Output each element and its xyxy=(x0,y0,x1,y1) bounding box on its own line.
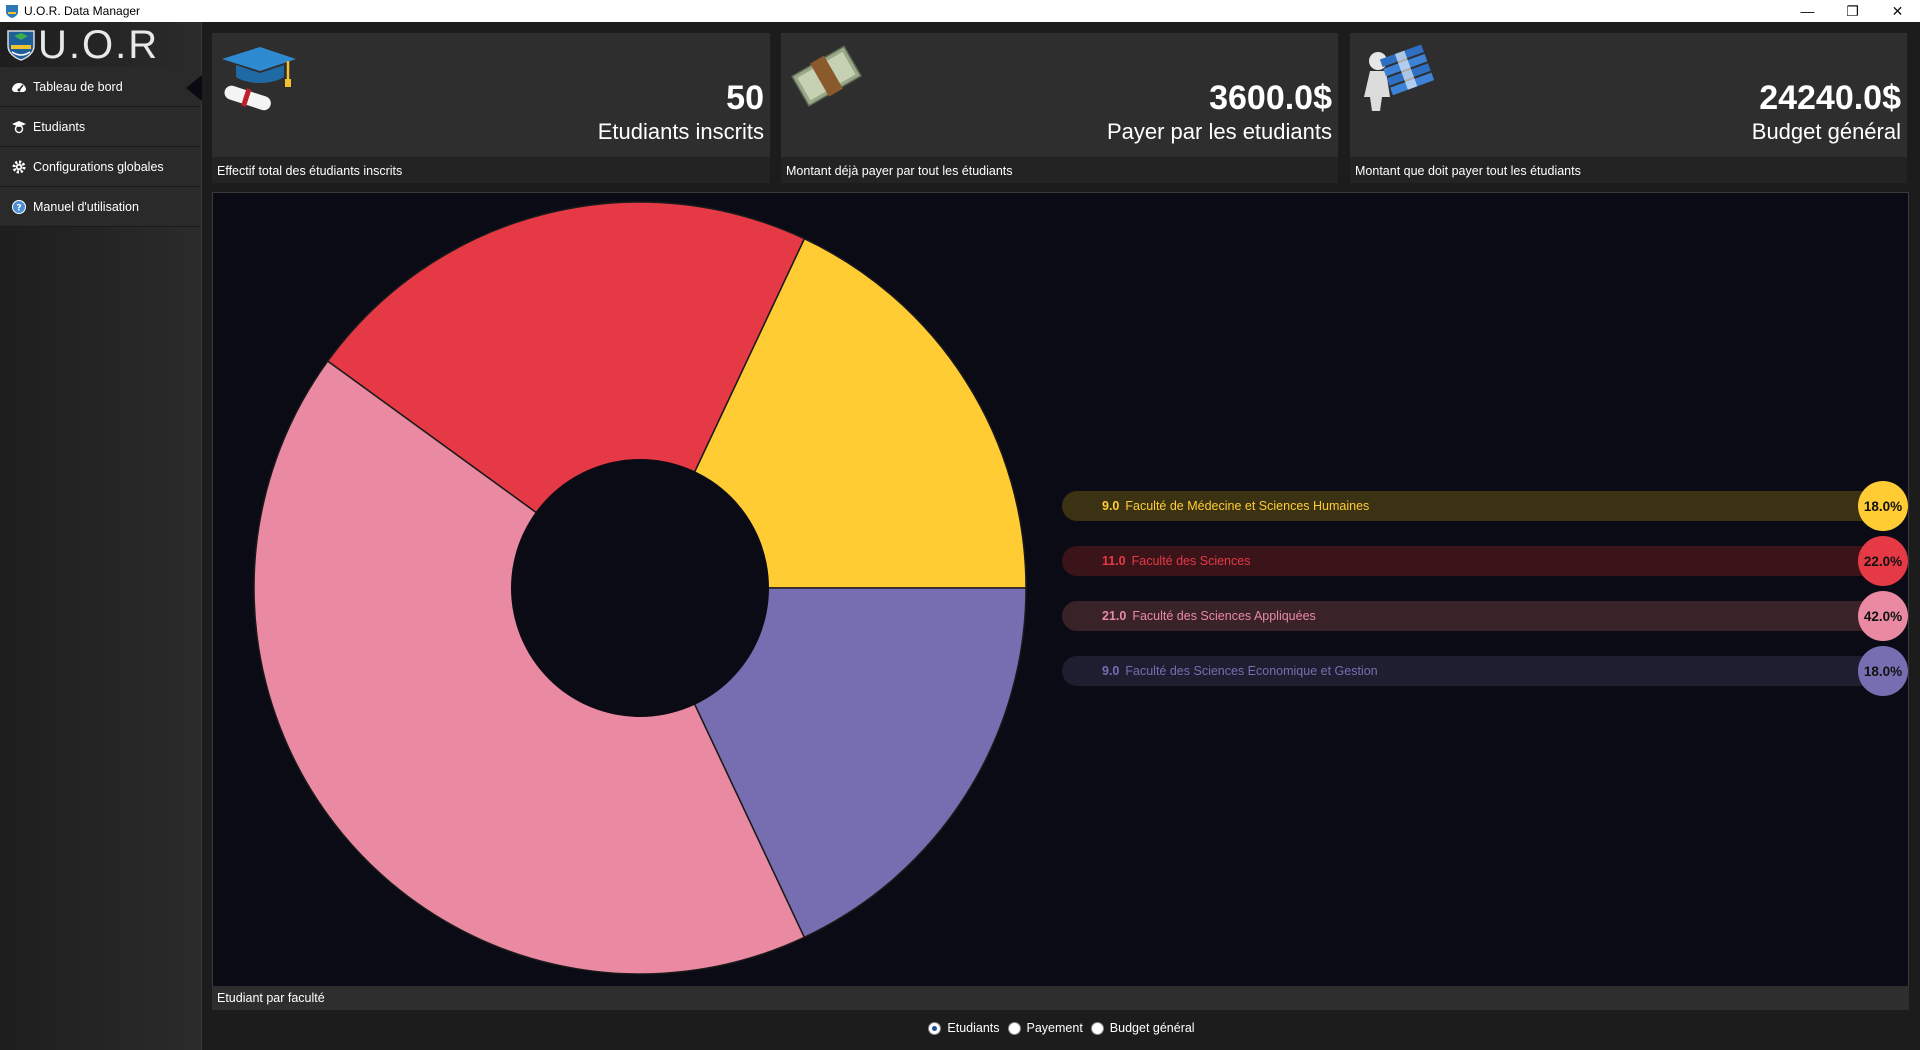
legend-value: 21.0 xyxy=(1102,609,1127,623)
legend-percent-badge: 18.0% xyxy=(1858,646,1908,696)
card-footer: Effectif total des étudiants inscrits xyxy=(212,157,770,183)
radio-dot[interactable] xyxy=(1007,1021,1021,1035)
card-subtitle: Etudiants inscrits xyxy=(597,119,764,144)
radio-budget[interactable]: Budget général xyxy=(1090,1021,1195,1035)
chart-footer: Etudiant par faculté xyxy=(212,986,1909,1010)
legend-percent-badge: 18.0% xyxy=(1858,481,1908,531)
legend-bar: 9.0 Faculté des Sciences Economique et Ge… xyxy=(1062,656,1882,686)
stat-card-budget: 24240.0$ Budget général Montant que doit… xyxy=(1350,33,1907,183)
legend-item: 9.0 Faculté des Sciences Economique et Ge… xyxy=(1062,644,1908,699)
legend-percent-badge: 42.0% xyxy=(1858,591,1908,641)
sidebar-item-students[interactable]: Etudiants xyxy=(0,107,201,147)
card-footer: Montant que doit payer tout les étudiant… xyxy=(1350,157,1907,183)
legend-label: Faculté des Sciences Economique et Gesti… xyxy=(1125,664,1378,678)
chart-legend: 9.0 Faculté de Médecine et Sciences Humai… xyxy=(1062,479,1908,699)
card-subtitle: Budget général xyxy=(1751,119,1901,144)
radio-payment[interactable]: Payement xyxy=(1007,1021,1083,1035)
legend-value: 9.0 xyxy=(1102,499,1120,513)
graduate-icon xyxy=(10,118,28,136)
card-value: 3600.0$ xyxy=(1209,79,1332,117)
card-footer: Montant déjà payer par tout les étudiant… xyxy=(781,157,1338,183)
title-bar: U.O.R. Data Manager — ❐ ✕ xyxy=(0,0,1920,22)
graduation-cap-icon xyxy=(222,47,296,111)
close-button[interactable]: ✕ xyxy=(1875,0,1920,22)
legend-label: Faculté des Sciences xyxy=(1131,554,1251,568)
dashboard-icon xyxy=(10,78,28,96)
sidebar-item-label: Configurations globales xyxy=(33,159,164,174)
sidebar-item-global-settings[interactable]: Configurations globales xyxy=(0,147,201,187)
legend-item: 11.0 Faculté des Sciences 22.0% xyxy=(1062,534,1908,589)
sidebar-item-label: Manuel d'utilisation xyxy=(33,199,139,214)
radio-label: Payement xyxy=(1026,1021,1083,1035)
help-icon: ? xyxy=(10,198,28,216)
gear-icon xyxy=(10,158,28,176)
radio-label: Budget général xyxy=(1109,1021,1195,1035)
legend-value: 11.0 xyxy=(1102,554,1126,568)
legend-item: 9.0 Faculté de Médecine et Sciences Humai… xyxy=(1062,479,1908,534)
window-controls: — ❐ ✕ xyxy=(1785,0,1920,22)
main-content: 50 Etudiants inscrits Effectif total des… xyxy=(203,22,1920,1050)
sidebar: U.O.R Tableau de bord Etudiants Configur… xyxy=(0,22,202,1050)
donut-hole xyxy=(511,459,769,717)
window-title: U.O.R. Data Manager xyxy=(24,4,141,18)
sidebar-item-dashboard[interactable]: Tableau de bord xyxy=(0,67,202,107)
restore-button[interactable]: ❐ xyxy=(1830,0,1875,22)
card-value: 50 xyxy=(726,79,764,117)
card-subtitle: Payer par les etudiants xyxy=(1106,119,1332,144)
money-icon xyxy=(790,45,863,107)
legend-bar: 9.0 Faculté de Médecine et Sciences Humai… xyxy=(1062,491,1882,521)
pie-chart xyxy=(253,201,1027,975)
chart-mode-radios: Etudiants Payement Budget général xyxy=(203,1016,1920,1040)
folders-figure-icon xyxy=(1364,44,1435,111)
logo-text: U.O.R xyxy=(38,22,160,67)
logo: U.O.R xyxy=(0,22,201,67)
legend-percent-badge: 22.0% xyxy=(1858,536,1908,586)
legend-bar: 21.0 Faculté des Sciences Appliquées xyxy=(1062,601,1882,631)
radio-label: Etudiants xyxy=(947,1021,1000,1035)
stat-card-students: 50 Etudiants inscrits Effectif total des… xyxy=(212,33,770,183)
card-value: 24240.0$ xyxy=(1759,79,1901,117)
radio-students[interactable]: Etudiants xyxy=(928,1021,1000,1035)
sidebar-item-label: Tableau de bord xyxy=(33,79,123,94)
stat-card-paid: 3600.0$ Payer par les etudiants Montant … xyxy=(781,33,1338,183)
app-logo-icon xyxy=(6,5,18,18)
chart-panel: 9.0 Faculté de Médecine et Sciences Humai… xyxy=(212,192,1909,1009)
sidebar-item-user-manual[interactable]: ? Manuel d'utilisation xyxy=(0,187,201,227)
legend-item: 21.0 Faculté des Sciences Appliquées 42.0% xyxy=(1062,589,1908,644)
legend-label: Faculté des Sciences Appliquées xyxy=(1132,609,1316,623)
svg-text:?: ? xyxy=(16,203,21,213)
legend-label: Faculté de Médecine et Sciences Humaines xyxy=(1125,499,1370,513)
legend-value: 9.0 xyxy=(1102,664,1120,678)
legend-bar: 11.0 Faculté des Sciences xyxy=(1062,546,1882,576)
sidebar-item-label: Etudiants xyxy=(33,119,86,134)
shield-logo-icon xyxy=(7,29,35,61)
radio-dot[interactable] xyxy=(928,1021,942,1035)
minimize-button[interactable]: — xyxy=(1785,0,1830,22)
radio-dot[interactable] xyxy=(1090,1021,1104,1035)
